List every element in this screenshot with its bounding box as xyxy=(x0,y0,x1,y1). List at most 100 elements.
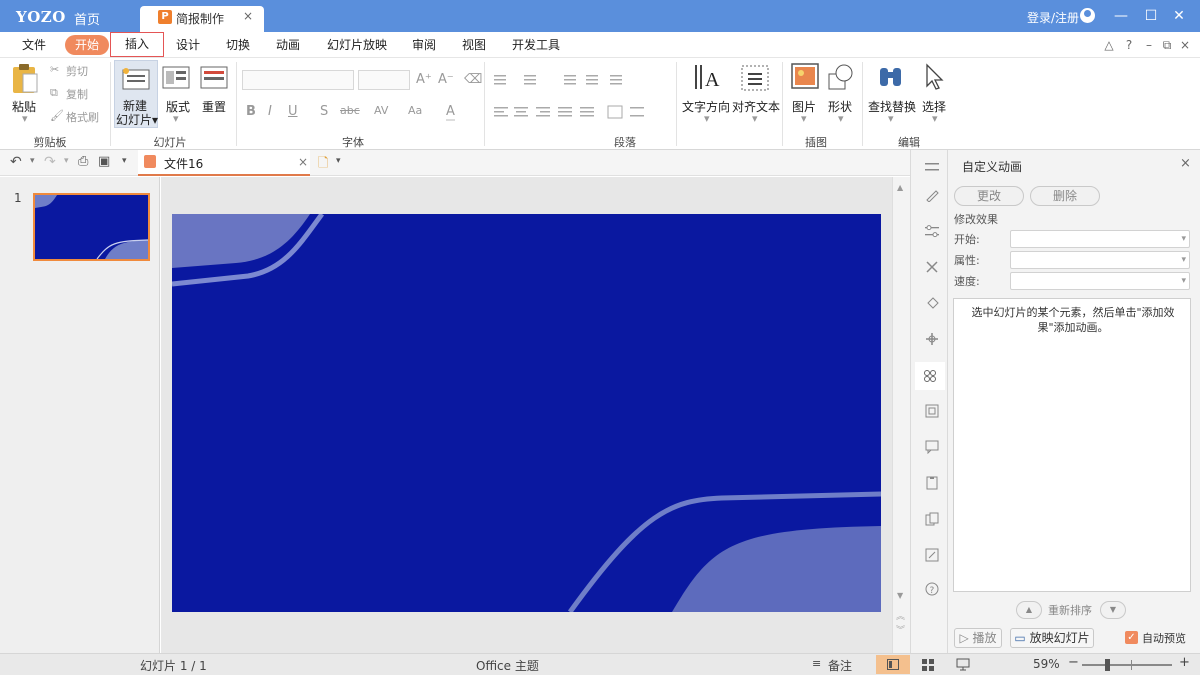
align-text-icon[interactable] xyxy=(740,64,770,92)
text-direction-dropdown-icon[interactable]: ▾ xyxy=(704,112,710,125)
cursor-arrow-icon[interactable] xyxy=(922,62,948,92)
delete-button[interactable]: 删除 xyxy=(1030,186,1100,206)
print-preview-icon[interactable]: ⎙ xyxy=(78,154,88,169)
picture-icon[interactable] xyxy=(790,62,820,92)
reset-icon[interactable] xyxy=(200,66,228,90)
tab-review[interactable]: 审阅 xyxy=(402,32,446,58)
fill-bucket-icon[interactable] xyxy=(925,296,939,310)
copy-button[interactable]: 复制 xyxy=(66,86,88,102)
scroll-down-icon[interactable]: ▼ xyxy=(897,591,903,600)
tab-view[interactable]: 视图 xyxy=(452,32,496,58)
normal-view-button[interactable] xyxy=(876,655,910,674)
redo-dropdown-icon[interactable]: ▾ xyxy=(64,156,69,166)
edit-note-icon[interactable] xyxy=(925,548,939,562)
clipboard-icon[interactable] xyxy=(925,476,939,490)
zoom-slider-thumb[interactable] xyxy=(1104,659,1110,671)
close-icon[interactable]: × xyxy=(1177,32,1193,58)
font-color-button[interactable]: A xyxy=(446,104,455,121)
shape-icon[interactable] xyxy=(826,62,856,92)
align-text-dropdown-icon[interactable]: ▾ xyxy=(752,112,758,125)
binoculars-icon[interactable] xyxy=(876,62,906,92)
property-select[interactable] xyxy=(1010,251,1190,269)
next-slide-icon[interactable]: ︾ xyxy=(896,623,905,636)
up-caret-icon[interactable]: △ xyxy=(1101,32,1117,58)
minimize-icon[interactable]: – xyxy=(1141,32,1157,58)
image-frame-icon[interactable] xyxy=(925,404,939,418)
select-dropdown-icon[interactable]: ▾ xyxy=(932,112,938,125)
sliders-icon[interactable] xyxy=(925,224,939,238)
format-painter-button[interactable]: 格式刷 xyxy=(66,109,99,125)
maximize-window-button[interactable]: ☐ xyxy=(1140,6,1162,26)
slide-canvas[interactable] xyxy=(172,214,881,612)
new-file-icon[interactable]: 🗋 xyxy=(318,154,328,176)
presentation-view-icon[interactable] xyxy=(956,658,970,671)
user-icon[interactable] xyxy=(1080,8,1095,23)
paste-dropdown-icon[interactable]: ▾ xyxy=(22,112,28,125)
tab-insert[interactable]: 插入 xyxy=(110,32,164,57)
zoom-out-button[interactable]: − xyxy=(1068,655,1079,670)
document-tab[interactable]: P 简报制作 × xyxy=(140,6,264,32)
notes-button[interactable]: 备注 xyxy=(828,657,852,674)
tab-design[interactable]: 设计 xyxy=(166,32,210,58)
tab-slideshow[interactable]: 幻灯片放映 xyxy=(318,32,396,58)
paragraph-align-icons[interactable] xyxy=(492,104,672,120)
prev-slide-icon[interactable]: ︽ xyxy=(896,609,905,622)
login-link[interactable]: 登录/注册 xyxy=(1027,9,1079,26)
underline-button[interactable]: U xyxy=(288,104,298,119)
shrink-font-button[interactable]: A⁻ xyxy=(438,72,454,87)
tools-icon[interactable] xyxy=(925,260,939,274)
font-name-select[interactable] xyxy=(242,70,354,90)
redo-icon[interactable]: ↷ xyxy=(44,154,56,170)
close-window-button[interactable]: ✕ xyxy=(1168,6,1190,26)
help-icon[interactable]: ? xyxy=(1121,32,1137,58)
font-size-select[interactable] xyxy=(358,70,410,90)
copy-pages-icon[interactable] xyxy=(925,512,939,526)
move-up-button[interactable]: ▲ xyxy=(1016,601,1042,619)
zoom-in-button[interactable]: + xyxy=(1179,655,1190,670)
new-slide-button[interactable]: 新建 幻灯片▾ xyxy=(114,60,158,128)
minimize-window-button[interactable]: — xyxy=(1110,6,1132,26)
start-select[interactable] xyxy=(1010,230,1190,248)
home-tab[interactable]: 首页 xyxy=(74,9,100,28)
text-direction-icon[interactable]: A xyxy=(692,62,722,92)
bold-button[interactable]: B xyxy=(246,104,256,119)
char-spacing-button[interactable]: AV xyxy=(374,104,388,117)
tab-developer[interactable]: 开发工具 xyxy=(504,32,568,58)
panel-close-icon[interactable]: × xyxy=(1180,156,1191,171)
zoom-slider[interactable] xyxy=(1082,664,1172,666)
animation-panel-toggle[interactable] xyxy=(915,362,945,390)
change-button[interactable]: 更改 xyxy=(954,186,1024,206)
restore-icon[interactable]: ⧉ xyxy=(1159,32,1175,58)
collapse-panel-icon[interactable] xyxy=(925,160,939,174)
shape-dropdown-icon[interactable]: ▾ xyxy=(838,112,844,125)
change-case-button[interactable]: Aa xyxy=(408,104,422,117)
grow-font-button[interactable]: A⁺ xyxy=(416,72,432,87)
slide-thumbnail[interactable] xyxy=(33,193,150,261)
clear-format-icon[interactable]: ⌫ xyxy=(464,72,482,87)
slide-sorter-icon[interactable] xyxy=(922,659,934,671)
paragraph-list-icons[interactable] xyxy=(492,72,672,88)
italic-button[interactable]: I xyxy=(268,104,272,119)
undo-dropdown-icon[interactable]: ▾ xyxy=(30,156,35,166)
file-tab[interactable]: 文件16 × xyxy=(138,150,310,176)
layout-dropdown-icon[interactable]: ▾ xyxy=(173,112,179,125)
tab-file[interactable]: 文件 xyxy=(12,32,56,58)
speed-select[interactable] xyxy=(1010,272,1190,290)
paste-icon[interactable] xyxy=(10,62,40,96)
autopreview-checkbox[interactable]: ✓ xyxy=(1125,631,1138,644)
find-replace-dropdown-icon[interactable]: ▾ xyxy=(888,112,894,125)
cut-button[interactable]: 剪切 xyxy=(66,63,88,79)
close-tab-icon[interactable]: × xyxy=(243,9,253,23)
move-down-button[interactable]: ▼ xyxy=(1100,601,1126,619)
animation-list[interactable]: 选中幻灯片的某个元素，然后单击"添加效果"添加动画。 xyxy=(953,298,1191,592)
scroll-up-icon[interactable]: ▲ xyxy=(897,183,903,192)
play-button[interactable]: ▷ 播放 xyxy=(954,628,1002,648)
vertical-scrollbar[interactable]: ▲ ▼ ︽ ︾ xyxy=(892,177,910,653)
new-file-dropdown-icon[interactable]: ▾ xyxy=(336,156,341,166)
help-circle-icon[interactable]: ? xyxy=(925,582,939,596)
move-icon[interactable] xyxy=(925,332,939,346)
save-icon[interactable]: ▣ xyxy=(98,154,110,169)
picture-dropdown-icon[interactable]: ▾ xyxy=(801,112,807,125)
quickbar-more-icon[interactable]: ▾ xyxy=(122,156,127,166)
comment-icon[interactable] xyxy=(925,440,939,454)
